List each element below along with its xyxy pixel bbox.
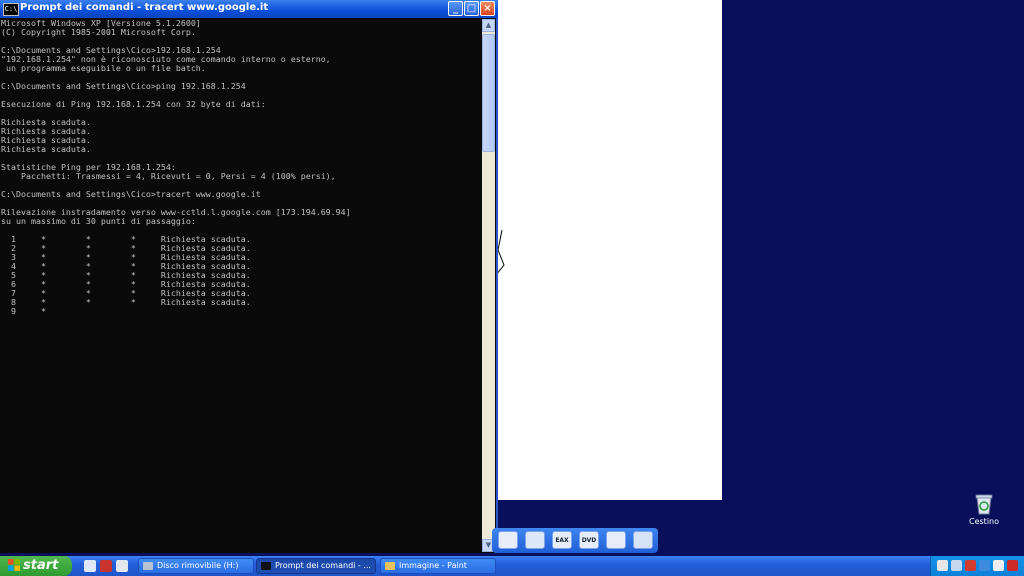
taskbar-button-2[interactable]: Immagine - Paint [380,558,496,574]
cmd-titlebar[interactable]: C:\ Prompt dei comandi - tracert www.goo… [0,0,498,18]
taskbar-button-label: Prompt dei comandi - ... [275,561,371,570]
vertical-scrollbar[interactable]: ▲ ▼ [482,19,495,552]
system-tray [930,556,1024,576]
console-line: un programma eseguibile o un file batch. [1,63,206,73]
console-line: (C) Copyright 1985-2001 Microsoft Corp. [1,27,196,37]
taskbar-button-label: Immagine - Paint [399,561,467,570]
console-line: su un massimo di 30 punti di passaggio: [1,216,196,226]
dvd-icon[interactable]: DVD [579,531,599,549]
update-icon[interactable] [993,560,1004,571]
paint-icon [385,562,395,570]
scroll-thumb[interactable] [482,34,495,152]
minimize-button[interactable]: _ [448,1,463,16]
quicklaunch-app-icon[interactable] [100,560,112,572]
cmd-icon: C:\ [3,3,19,16]
close-button[interactable]: × [480,1,495,16]
console-line: 9 * [1,306,46,316]
taskbar-button-label: Disco rimovibile (H:) [157,561,239,570]
close-icon: × [483,3,492,14]
volume-icon[interactable] [951,560,962,571]
console-output[interactable]: Microsoft Windows XP [Versione 5.1.2600]… [1,19,481,551]
console-line: 8 * * * Richiesta scaduta. [1,297,251,307]
paint-canvas[interactable] [496,0,722,500]
start-label: start [23,558,59,573]
recycle-bin-label: Cestino [969,517,999,526]
shield-icon[interactable] [1007,560,1018,571]
start-button[interactable]: start [0,556,72,576]
taskbar-button-0[interactable]: Disco rimovibile (H:) [138,558,254,574]
toolbar-icon[interactable] [633,531,653,549]
taskbar: start Disco rimovibile (H:) Prompt dei co… [0,556,1024,576]
quicklaunch-browser-icon[interactable] [116,560,128,572]
security-icon[interactable] [979,560,990,571]
quicklaunch-ie-icon[interactable] [84,560,96,572]
console-line: C:\Documents and Settings\Cico>ping 192.… [1,81,246,91]
network-icon[interactable] [937,560,948,571]
console-line: Esecuzione di Ping 192.168.1.254 con 32 … [1,99,266,109]
drive-icon [143,562,153,570]
maximize-icon: □ [466,3,477,14]
cmd-icon [261,562,271,570]
eax-icon[interactable]: EAX [552,531,572,549]
windows-flag-icon [8,559,20,571]
recycle-bin[interactable]: Cestino [960,493,1008,533]
recycle-bin-icon [975,494,993,515]
app-icon[interactable] [606,531,626,549]
cmd-window-title: Prompt dei comandi - tracert www.google.… [20,2,269,13]
antivirus-icon[interactable] [965,560,976,571]
cmd-window[interactable]: C:\ Prompt dei comandi - tracert www.goo… [0,0,498,553]
quick-launch-toolbar: EAX DVD [492,528,658,553]
maximize-button[interactable]: □ [464,1,479,16]
console-line: Richiesta scaduta. [1,144,91,154]
media-icon[interactable] [525,531,545,549]
scroll-up-arrow[interactable]: ▲ [482,19,495,32]
console-line: Pacchetti: Trasmessi = 4, Ricevuti = 0, … [1,171,336,181]
console-line: C:\Documents and Settings\Cico>tracert w… [1,189,261,199]
wmp-icon[interactable] [498,531,518,549]
minimize-icon: _ [453,3,458,14]
taskbar-button-1[interactable]: Prompt dei comandi - ... [256,558,376,574]
